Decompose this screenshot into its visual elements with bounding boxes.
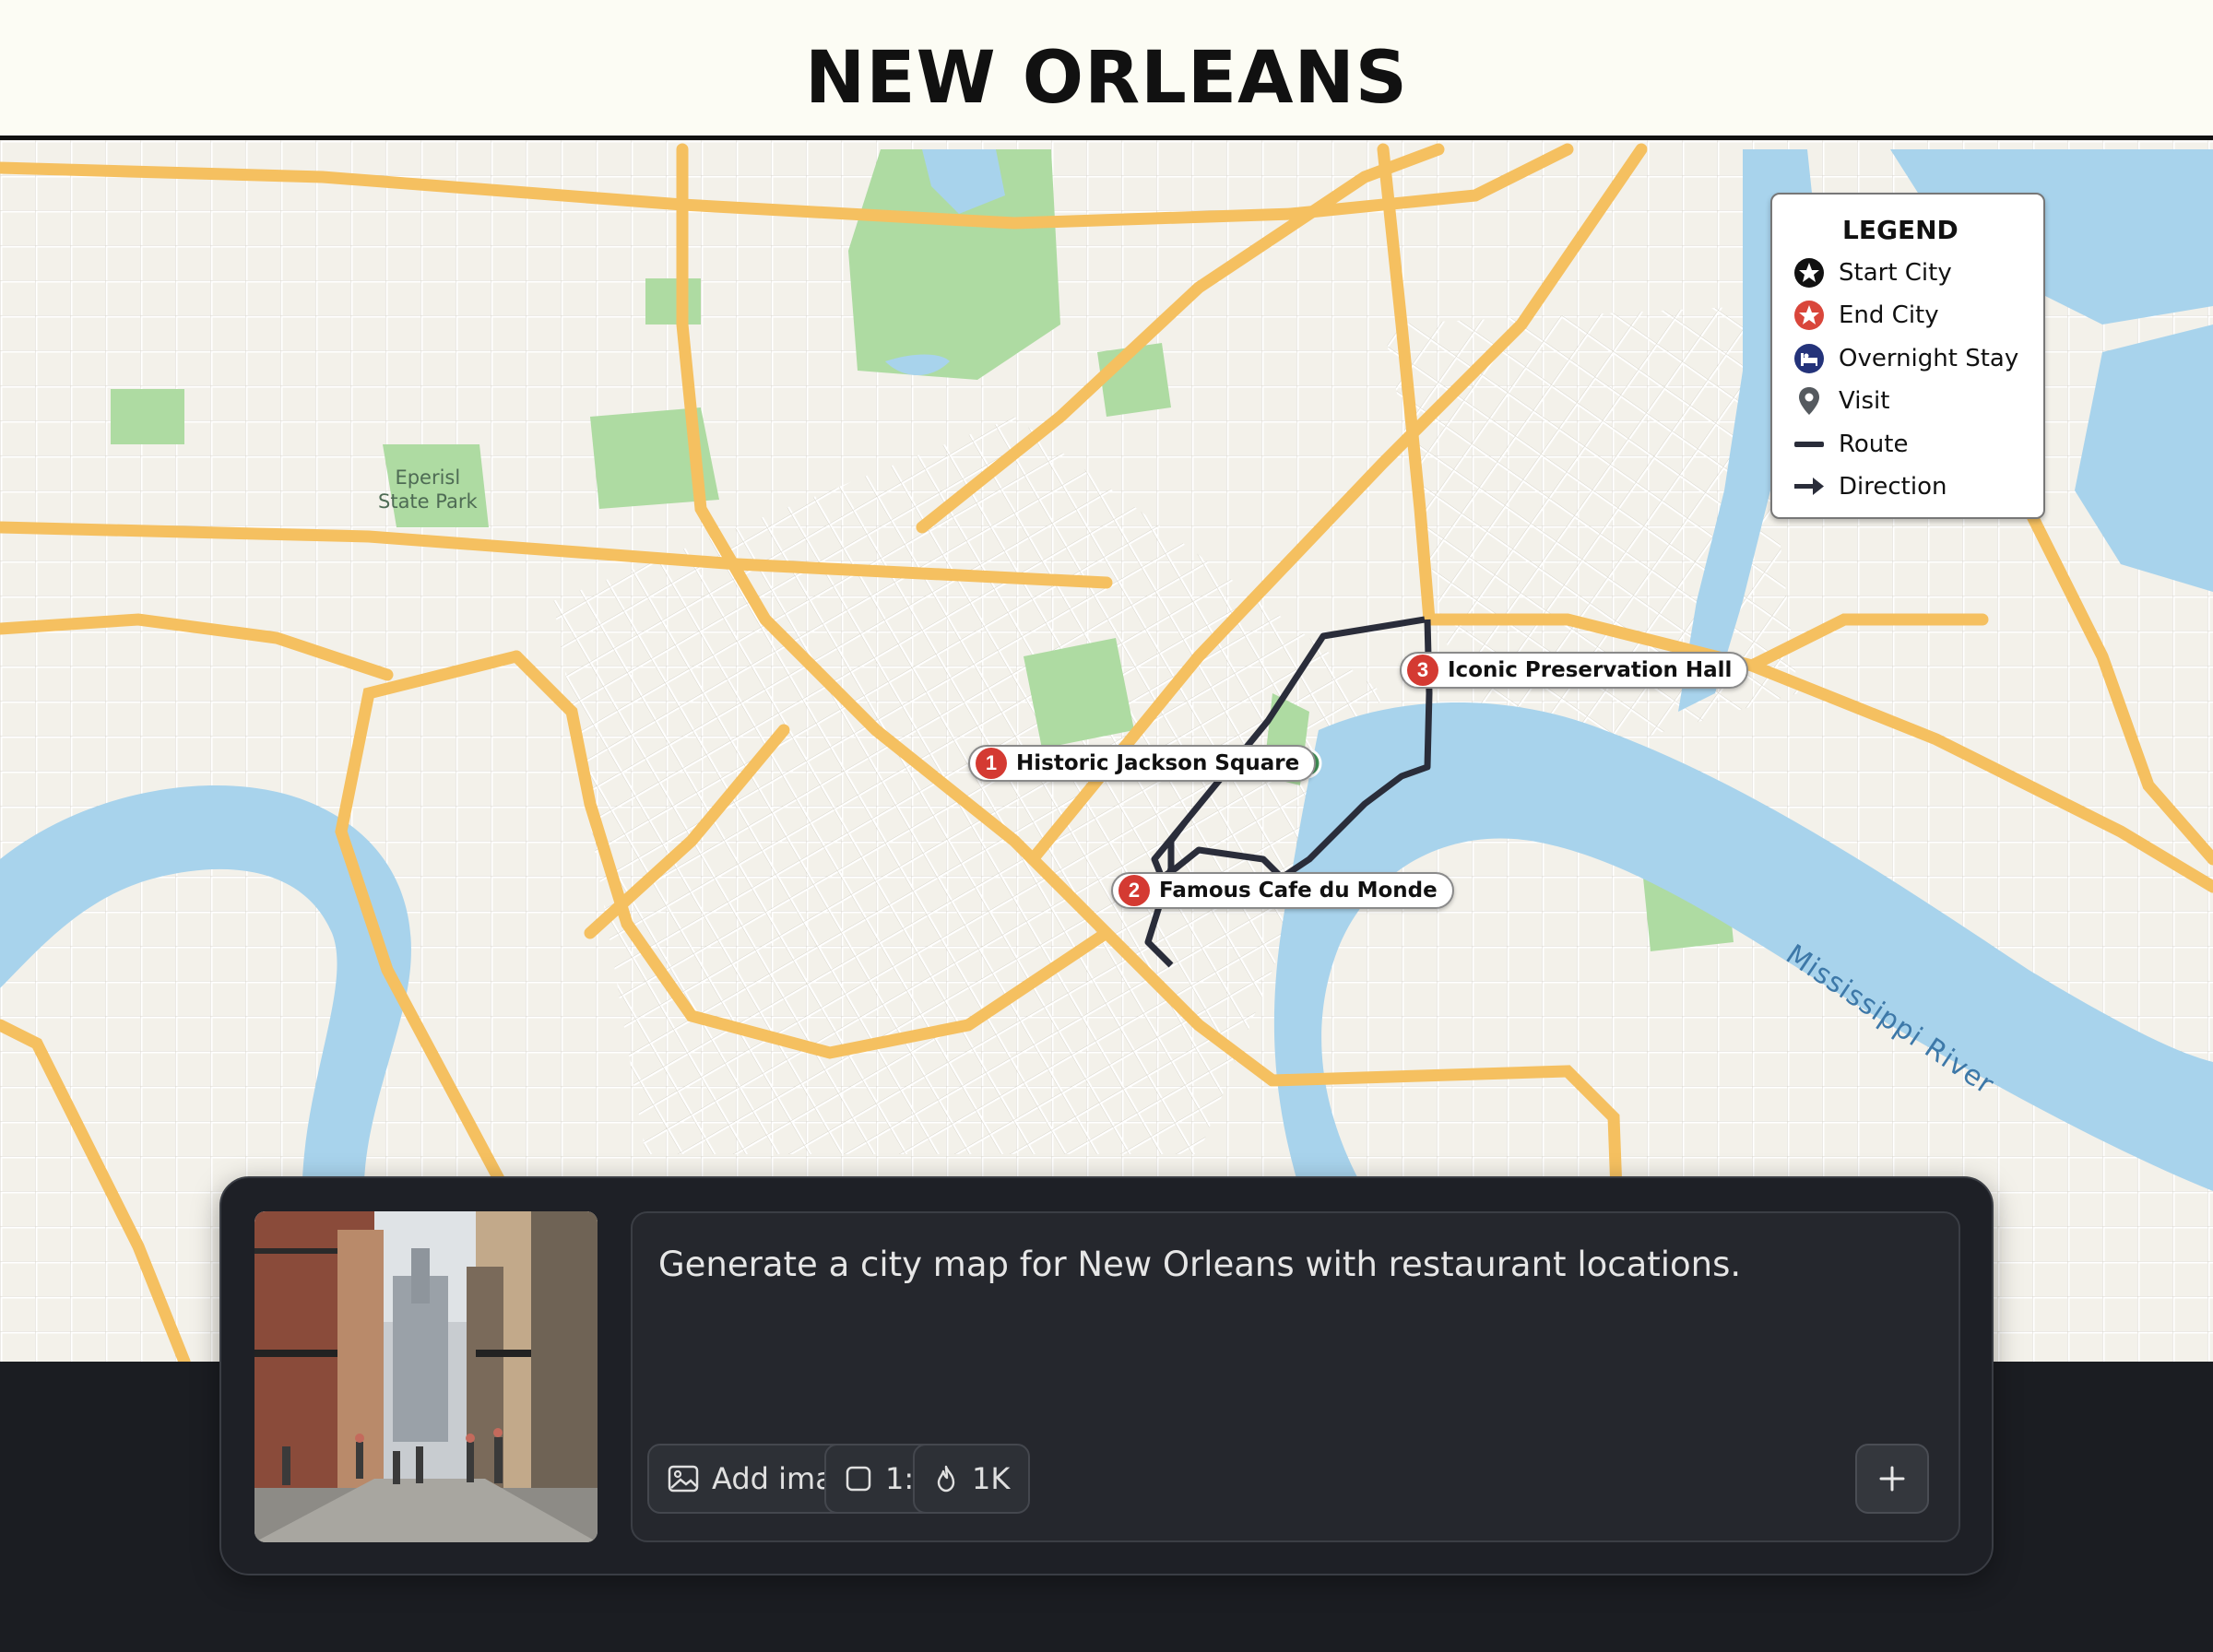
page-title: NEW ORLEANS <box>805 37 1408 120</box>
arrow-icon <box>1793 471 1826 502</box>
legend-label: Start City <box>1839 259 1952 287</box>
stop-marker-jackson-square[interactable]: 1 Historic Jackson Square <box>968 745 1317 782</box>
stop-number-badge: 2 <box>1118 875 1150 906</box>
legend-label: Visit <box>1839 387 1890 415</box>
legend-item-start-city: Start City <box>1793 257 1952 289</box>
resolution-button[interactable]: 1K <box>913 1444 1031 1514</box>
legend-item-visit: Visit <box>1793 385 1889 417</box>
park-area <box>645 278 701 324</box>
flame-icon <box>937 1465 955 1493</box>
stop-name: Famous Cafe du Monde <box>1159 879 1438 903</box>
park-label-line1: Eperisl <box>395 466 461 489</box>
red-star-icon <box>1793 300 1826 331</box>
park-label-line2: State Park <box>378 490 478 513</box>
map-legend: LEGEND Start City End City Overnight Sta… <box>1770 193 2045 519</box>
park-area <box>111 389 184 444</box>
black-star-icon <box>1793 257 1826 289</box>
park-label: Eperisl State Park <box>378 466 478 513</box>
prompt-panel: Generate a city map for New Orleans with… <box>219 1176 1994 1575</box>
resolution-label: 1K <box>972 1461 1011 1496</box>
stop-name: Historic Jackson Square <box>1016 751 1300 775</box>
stop-marker-preservation-hall[interactable]: 3 Iconic Preservation Hall <box>1400 652 1749 689</box>
legend-item-overnight-stay: Overnight Stay <box>1793 343 2018 374</box>
park-area <box>1024 638 1134 749</box>
bed-icon <box>1793 343 1826 374</box>
legend-title: LEGEND <box>1842 215 1959 245</box>
plus-icon <box>1879 1466 1905 1492</box>
reference-image-thumbnail[interactable] <box>254 1211 598 1542</box>
image-icon <box>668 1465 699 1493</box>
route-line-icon <box>1793 429 1826 460</box>
stop-number-badge: 3 <box>1407 655 1438 686</box>
pin-icon <box>1793 385 1826 417</box>
prompt-text[interactable]: Generate a city map for New Orleans with… <box>658 1245 1741 1284</box>
stop-name: Iconic Preservation Hall <box>1448 658 1733 682</box>
legend-label: Overnight Stay <box>1839 345 2019 372</box>
stop-marker-cafe-du-monde[interactable]: 2 Famous Cafe du Monde <box>1111 872 1454 909</box>
legend-label: End City <box>1839 301 1939 329</box>
add-button[interactable] <box>1855 1444 1929 1514</box>
legend-item-end-city: End City <box>1793 300 1939 331</box>
legend-label: Route <box>1839 431 1909 458</box>
legend-item-direction: Direction <box>1793 471 1947 502</box>
prompt-input[interactable]: Generate a city map for New Orleans with… <box>631 1211 1960 1542</box>
stop-number-badge: 1 <box>976 748 1007 779</box>
legend-label: Direction <box>1839 473 1947 501</box>
aspect-ratio-icon <box>846 1466 871 1492</box>
page-header: NEW ORLEANS <box>0 0 2213 140</box>
legend-item-route: Route <box>1793 429 1908 460</box>
